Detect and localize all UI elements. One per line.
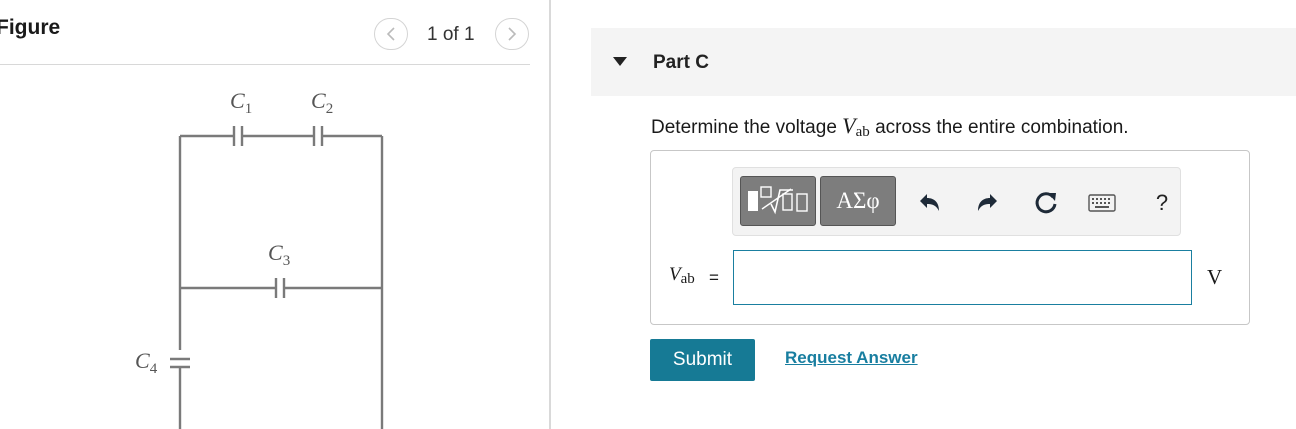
previous-figure-button[interactable] xyxy=(374,18,408,50)
question-text-before: Determine the voltage xyxy=(651,117,843,138)
help-button[interactable]: ? xyxy=(1147,188,1177,218)
page-indicator: 1 of 1 xyxy=(427,24,475,45)
figure-title: Figure xyxy=(0,16,61,39)
chevron-right-icon xyxy=(508,27,517,41)
answer-variable-label: Vab xyxy=(669,264,695,287)
unit-label: V xyxy=(1207,265,1223,289)
templates-icon xyxy=(748,186,808,215)
equals-sign: = xyxy=(709,268,719,287)
caret-down-icon[interactable] xyxy=(613,57,627,66)
math-toolbar: ΑΣφ ? xyxy=(732,167,1181,236)
part-label: Part C xyxy=(653,52,709,73)
circuit-diagram: C1 C2 C3 C4 xyxy=(135,88,384,429)
c1-label: C1 xyxy=(230,88,252,117)
reset-icon[interactable] xyxy=(1031,188,1061,218)
redo-icon[interactable] xyxy=(973,188,1003,218)
chevron-left-icon xyxy=(386,27,395,41)
answer-input[interactable] xyxy=(733,250,1192,305)
request-answer-link[interactable]: Request Answer xyxy=(785,348,918,368)
next-figure-button[interactable] xyxy=(495,18,529,50)
part-header[interactable]: Part C xyxy=(591,28,1296,96)
question-text-after: across the entire combination. xyxy=(869,117,1129,138)
c3-label: C3 xyxy=(268,240,290,269)
templates-button[interactable] xyxy=(740,176,816,226)
question-text: Determine the voltage Vab across the ent… xyxy=(651,113,1129,141)
submit-button[interactable]: Submit xyxy=(650,339,755,381)
panel-divider xyxy=(549,0,551,429)
c2-label: C2 xyxy=(311,88,333,117)
symbols-button[interactable]: ΑΣφ xyxy=(820,176,896,226)
undo-icon[interactable] xyxy=(914,188,944,218)
answer-box: ΑΣφ ? Vab = V xyxy=(650,150,1250,325)
voltage-variable: Vab xyxy=(842,113,870,140)
keyboard-icon[interactable] xyxy=(1087,188,1117,218)
c4-label: C4 xyxy=(135,348,158,377)
figure-divider xyxy=(0,64,530,65)
